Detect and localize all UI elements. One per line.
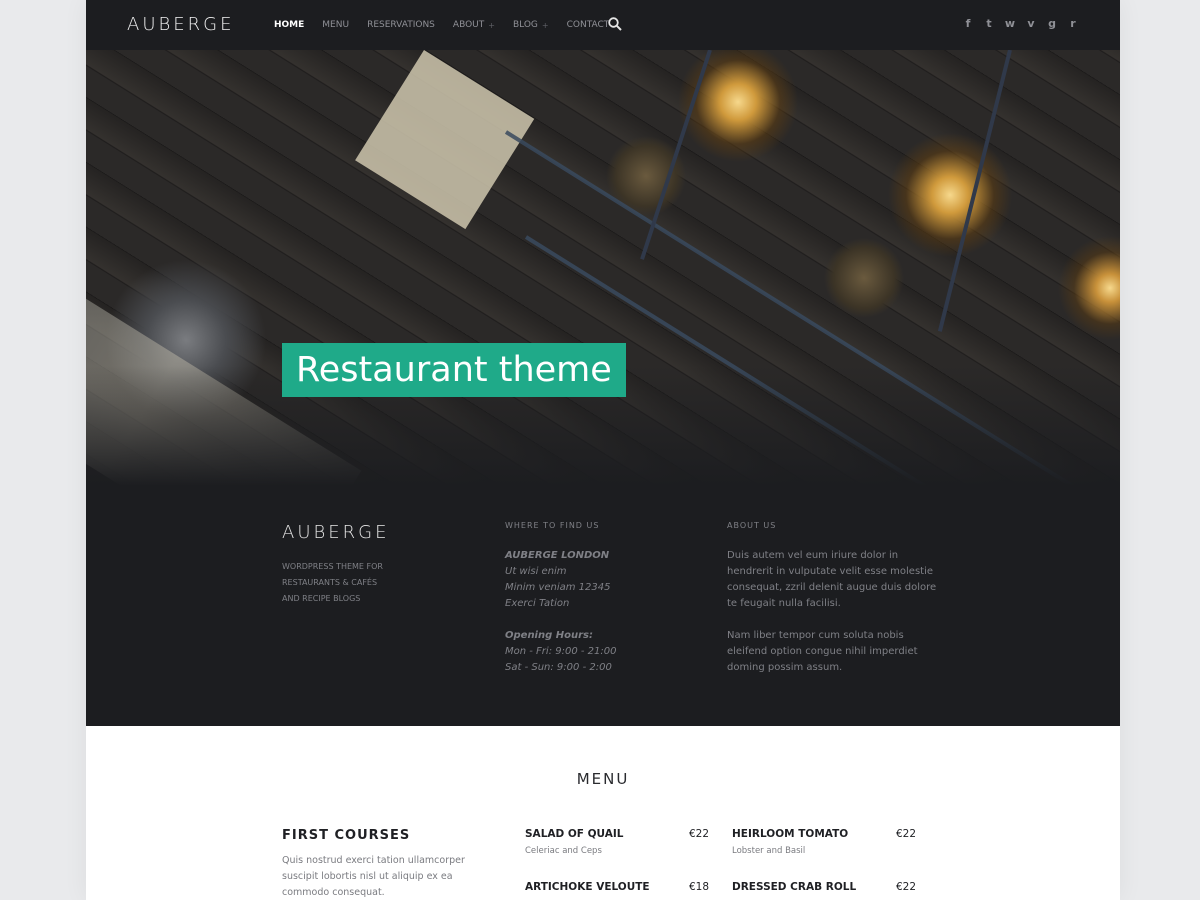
hours-line: Sat - Sun: 9:00 - 2:00: [505, 662, 612, 673]
site-logo[interactable]: AUBERGE: [127, 14, 234, 35]
nav-item-reservations[interactable]: RESERVATIONS: [367, 20, 435, 30]
hero-image: Restaurant theme: [86, 50, 1120, 486]
hours-title: Opening Hours:: [505, 630, 593, 641]
menu-item[interactable]: HEIRLOOM TOMATO €22 Lobster and Basil: [732, 828, 916, 856]
globe-icon[interactable]: g: [1046, 17, 1058, 31]
where-title: WHERE TO FIND US: [505, 521, 600, 530]
menu-item[interactable]: SALAD OF QUAIL €22 Celeriac and Ceps: [525, 828, 709, 856]
address-line: Minim veniam 12345: [505, 582, 611, 593]
tagline-line: WORDPRESS THEME FOR: [282, 562, 383, 571]
twitter-icon[interactable]: t: [983, 17, 995, 31]
hero-counter-shape: [355, 50, 535, 230]
menu-heading: MENU: [576, 770, 630, 788]
first-courses-block: FIRST COURSES Quis nostrud exerci tation…: [282, 828, 472, 900]
facebook-icon[interactable]: f: [962, 17, 974, 31]
dish-name: HEIRLOOM TOMATO: [732, 828, 849, 840]
dish-description: Celeriac and Ceps: [525, 846, 602, 856]
nav-label: MENU: [322, 20, 350, 30]
address-line: Ut wisi enim: [505, 566, 567, 577]
nav-item-blog[interactable]: BLOG +: [513, 20, 549, 30]
where-column: WHERE TO FIND US AUBERGE LONDON Ut wisi …: [505, 521, 705, 676]
section-description: Quis nostrud exerci tation ullamcorper s…: [282, 855, 465, 898]
site-header: AUBERGE HOME MENU RESERVATIONS ABOUT + BL…: [86, 0, 1120, 50]
wordpress-icon[interactable]: w: [1004, 17, 1016, 31]
section-title: FIRST COURSES: [282, 828, 411, 843]
tagline-line: RESTAURANTS & CAFÉS: [282, 578, 378, 587]
hero-title: Restaurant theme: [282, 343, 626, 397]
dish-description: Lobster and Basil: [732, 846, 806, 856]
dish-price: €22: [895, 828, 916, 840]
hero-pole: [937, 50, 1012, 332]
dish-name: ARTICHOKE VELOUTE: [525, 881, 650, 893]
nav-item-home[interactable]: HOME: [274, 20, 304, 30]
social-links: f t w v g r: [953, 17, 1079, 31]
nav-item-menu[interactable]: MENU: [322, 20, 349, 30]
tagline-line: AND RECIPE BLOGS: [282, 594, 361, 603]
submenu-plus-icon: +: [541, 20, 549, 30]
brand-column: AUBERGE WORDPRESS THEME FOR RESTAURANTS …: [282, 522, 389, 607]
vimeo-icon[interactable]: v: [1025, 17, 1037, 31]
menu-item[interactable]: DRESSED CRAB ROLL €22: [732, 881, 916, 893]
nav-label: ABOUT: [452, 20, 485, 30]
submenu-plus-icon: +: [488, 20, 495, 30]
hero-rail: [504, 130, 1118, 486]
hero-pole: [640, 50, 712, 260]
dish-price: €22: [895, 881, 916, 893]
footer-brand: AUBERGE: [282, 522, 390, 543]
nav-label: HOME: [274, 20, 305, 30]
about-paragraph: Nam liber tempor cum soluta nobis eleife…: [727, 630, 918, 673]
dish-name: DRESSED CRAB ROLL: [732, 881, 857, 893]
brand-tagline: WORDPRESS THEME FOR RESTAURANTS & CAFÉS …: [282, 559, 389, 607]
rss-icon[interactable]: r: [1067, 17, 1079, 31]
about-title: ABOUT US: [727, 521, 777, 530]
menu-item[interactable]: ARTICHOKE VELOUTE €18: [525, 881, 709, 893]
nav-item-contact[interactable]: CONTACT: [567, 20, 610, 30]
about-column: ABOUT US Duis autem vel eum iriure dolor…: [727, 521, 947, 676]
nav-item-about[interactable]: ABOUT +: [453, 20, 495, 30]
nav-label: CONTACT: [566, 20, 610, 30]
about-paragraph: Duis autem vel eum iriure dolor in hendr…: [727, 550, 937, 609]
dish-name: SALAD OF QUAIL: [525, 828, 624, 840]
hours-line: Mon - Fri: 9:00 - 21:00: [505, 646, 617, 657]
page: AUBERGE HOME MENU RESERVATIONS ABOUT + BL…: [86, 0, 1120, 900]
address-line: AUBERGE LONDON: [505, 550, 610, 561]
nav-label: RESERVATIONS: [367, 20, 435, 30]
address-line: Exerci Tation: [505, 598, 570, 609]
main-nav: HOME MENU RESERVATIONS ABOUT + BLOG + CONT…: [274, 0, 627, 50]
dish-price: €18: [688, 881, 709, 893]
info-section: AUBERGE WORDPRESS THEME FOR RESTAURANTS …: [86, 486, 1120, 726]
dish-price: €22: [688, 828, 709, 840]
nav-label: BLOG: [512, 20, 538, 30]
search-icon[interactable]: [608, 17, 622, 31]
